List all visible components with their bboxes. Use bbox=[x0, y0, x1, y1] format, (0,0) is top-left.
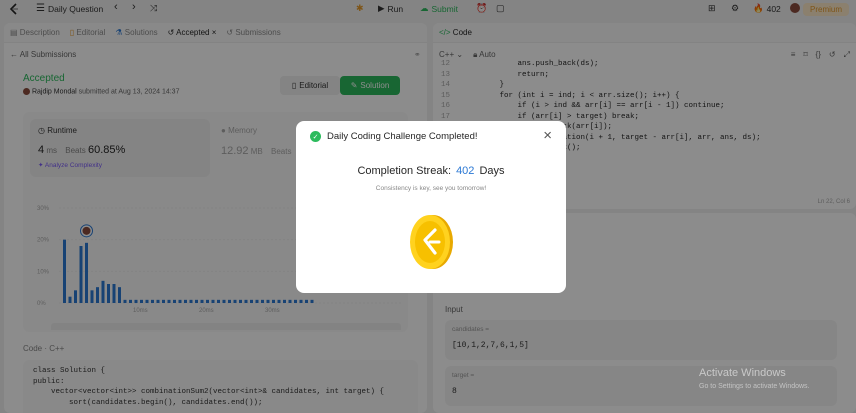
check-circle-icon: ✓ bbox=[310, 131, 321, 142]
windows-watermark bbox=[718, 356, 848, 368]
activate-windows-subtitle: Go to Settings to activate Windows. bbox=[699, 383, 810, 390]
daily-challenge-modal: ✓ Daily Coding Challenge Completed! × Co… bbox=[296, 121, 566, 293]
modal-subtitle: Consistency is key, see you tomorrow! bbox=[375, 185, 487, 192]
modal-header: ✓ Daily Coding Challenge Completed! bbox=[310, 131, 478, 142]
streak-suffix: Days bbox=[479, 165, 505, 177]
gold-coin-icon bbox=[410, 215, 453, 269]
streak-value: 402 bbox=[456, 165, 475, 177]
activate-windows-title: Activate Windows bbox=[699, 367, 786, 379]
modal-title: Daily Coding Challenge Completed! bbox=[327, 131, 478, 142]
close-icon[interactable]: × bbox=[543, 127, 552, 144]
streak-line: Completion Streak: 402 Days bbox=[296, 165, 566, 177]
streak-prefix: Completion Streak: bbox=[357, 165, 451, 177]
